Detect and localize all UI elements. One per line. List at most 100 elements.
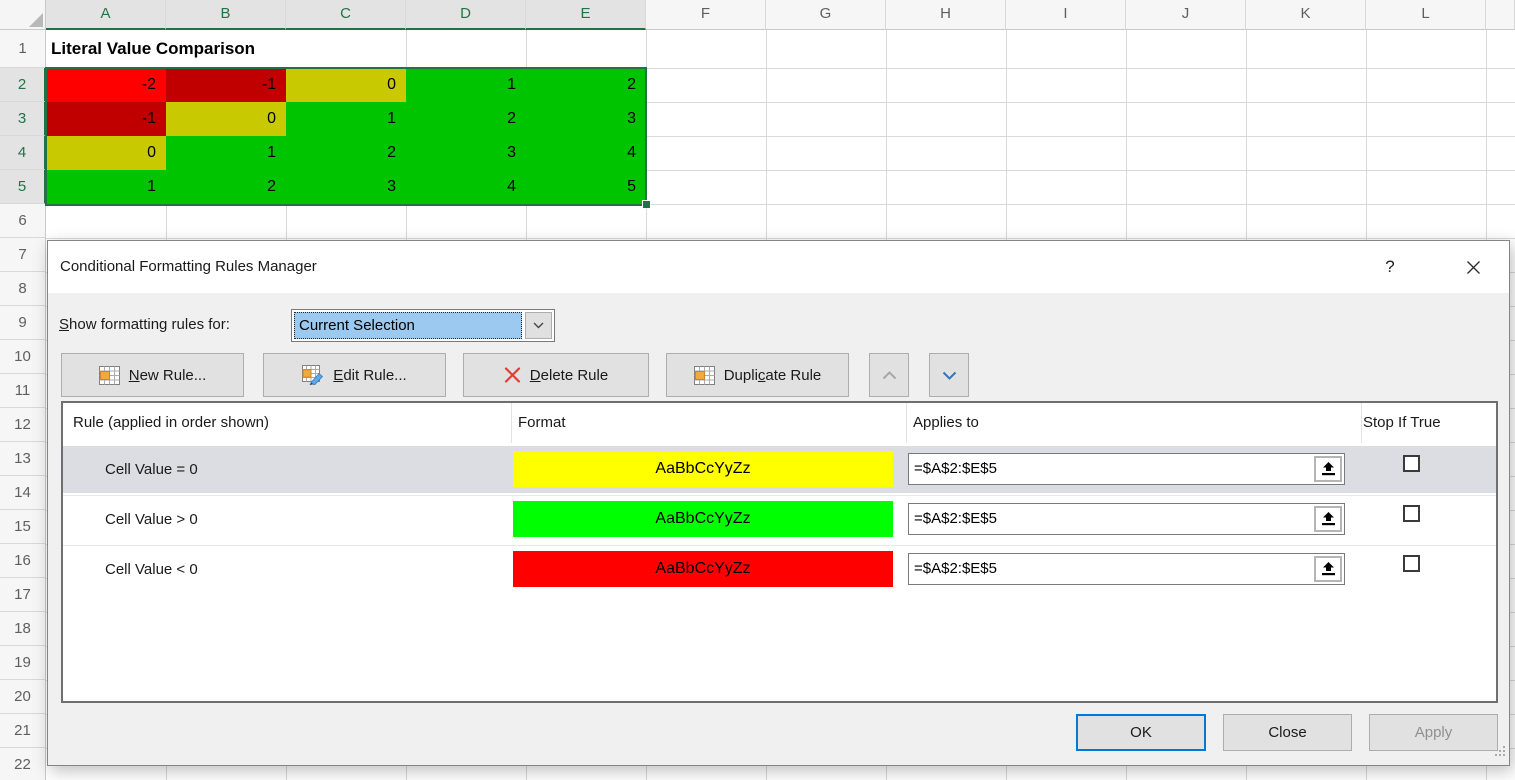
duplicate-rule-button[interactable]: Duplicate Rule — [666, 353, 849, 397]
row-header-16[interactable]: 16 — [0, 544, 46, 578]
stop-if-true-checkbox[interactable] — [1403, 455, 1420, 472]
stop-if-true-checkbox[interactable] — [1403, 505, 1420, 522]
cell-E5[interactable]: 5 — [526, 170, 646, 204]
cell-E4[interactable]: 4 — [526, 136, 646, 170]
row-header-3[interactable]: 3 — [0, 102, 46, 136]
row-header-12[interactable]: 12 — [0, 408, 46, 442]
cell-E2[interactable]: 2 — [526, 68, 646, 102]
row-header-17[interactable]: 17 — [0, 578, 46, 612]
col-header-J[interactable]: J — [1126, 0, 1246, 30]
cell-E3[interactable]: 3 — [526, 102, 646, 136]
stop-if-true-checkbox[interactable] — [1403, 555, 1420, 572]
edit-rule-button[interactable]: Edit Rule... — [263, 353, 446, 397]
row-separator — [63, 495, 1496, 496]
cell-C2[interactable]: 0 — [286, 68, 406, 102]
delete-rule-button[interactable]: Delete Rule — [463, 353, 649, 397]
select-all-corner[interactable] — [0, 0, 46, 30]
applies-to-input[interactable]: =$A$2:$E$5 — [908, 553, 1345, 585]
row-header-13[interactable]: 13 — [0, 442, 46, 476]
row-header-2[interactable]: 2 — [0, 68, 46, 102]
cell-A2[interactable]: -2 — [46, 68, 166, 102]
new-rule-label: New Rule... — [129, 367, 207, 384]
move-up-icon — [882, 371, 897, 380]
row-header-9[interactable]: 9 — [0, 306, 46, 340]
row-header-1[interactable]: 1 — [0, 30, 46, 68]
resize-grip-icon — [1493, 744, 1506, 757]
row-header-20[interactable]: 20 — [0, 680, 46, 714]
col-header-G[interactable]: G — [766, 0, 886, 30]
col-header-K[interactable]: K — [1246, 0, 1366, 30]
cell-A3[interactable]: -1 — [46, 102, 166, 136]
collapse-dialog-button[interactable] — [1314, 456, 1342, 482]
applies-to-value: =$A$2:$E$5 — [914, 554, 997, 584]
col-header-B[interactable]: B — [166, 0, 286, 30]
cell-C4[interactable]: 2 — [286, 136, 406, 170]
cell-B3[interactable]: 0 — [166, 102, 286, 136]
rule-description: Cell Value = 0 — [105, 446, 198, 493]
applies-to-input[interactable]: =$A$2:$E$5 — [908, 453, 1345, 485]
col-header-F[interactable]: F — [646, 0, 766, 30]
column-header-rule: Rule (applied in order shown) — [73, 403, 269, 443]
row-header-5[interactable]: 5 — [0, 170, 46, 204]
row-header-19[interactable]: 19 — [0, 646, 46, 680]
col-header-E[interactable]: E — [526, 0, 646, 30]
row-header-10[interactable]: 10 — [0, 340, 46, 374]
col-header-H[interactable]: H — [886, 0, 1006, 30]
cell-C5[interactable]: 3 — [286, 170, 406, 204]
cell-B5[interactable]: 2 — [166, 170, 286, 204]
col-header-partial[interactable] — [1486, 0, 1515, 30]
dropdown-open-button[interactable] — [525, 312, 552, 339]
cell-C3[interactable]: 1 — [286, 102, 406, 136]
cell-A5[interactable]: 1 — [46, 170, 166, 204]
cell-D4[interactable]: 3 — [406, 136, 526, 170]
ok-button[interactable]: OK — [1076, 714, 1206, 751]
cell-D3[interactable]: 2 — [406, 102, 526, 136]
col-header-D[interactable]: D — [406, 0, 526, 30]
cell-D5[interactable]: 4 — [406, 170, 526, 204]
row-header-4[interactable]: 4 — [0, 136, 46, 170]
cell-D2[interactable]: 1 — [406, 68, 526, 102]
row-header-6[interactable]: 6 — [0, 204, 46, 238]
row-header-18[interactable]: 18 — [0, 612, 46, 646]
close-button[interactable] — [1448, 252, 1498, 282]
close-dialog-button[interactable]: Close — [1223, 714, 1352, 751]
new-rule-button[interactable]: New Rule... — [61, 353, 244, 397]
cell-B2[interactable]: -1 — [166, 68, 286, 102]
row-header-14[interactable]: 14 — [0, 476, 46, 510]
row-header-7[interactable]: 7 — [0, 238, 46, 272]
col-header-I[interactable]: I — [1006, 0, 1126, 30]
col-header-A[interactable]: A — [46, 0, 166, 30]
apply-button[interactable]: Apply — [1369, 714, 1498, 751]
row-header-21[interactable]: 21 — [0, 714, 46, 748]
move-rule-down-button[interactable] — [929, 353, 969, 397]
resize-grip[interactable] — [1493, 744, 1506, 762]
row-header-22[interactable]: 22 — [0, 748, 46, 780]
help-icon: ? — [1385, 257, 1394, 277]
show-rules-for-label: Show formatting rules for: — [59, 308, 230, 341]
rule-row[interactable]: Cell Value = 0 AaBbCcYyZz =$A$2:$E$5 — [63, 446, 1496, 493]
applies-to-input[interactable]: =$A$2:$E$5 — [908, 503, 1345, 535]
col-header-C[interactable]: C — [286, 0, 406, 30]
column-header-format: Format — [518, 403, 566, 443]
delete-rule-label: Delete Rule — [530, 367, 608, 384]
duplicate-rule-label: Duplicate Rule — [724, 367, 822, 384]
collapse-dialog-button[interactable] — [1314, 506, 1342, 532]
move-rule-up-button[interactable] — [869, 353, 909, 397]
cell-B4[interactable]: 1 — [166, 136, 286, 170]
row-header-8[interactable]: 8 — [0, 272, 46, 306]
rule-row[interactable]: Cell Value < 0 AaBbCcYyZz =$A$2:$E$5 — [63, 546, 1496, 593]
col-header-L[interactable]: L — [1366, 0, 1486, 30]
collapse-dialog-button[interactable] — [1314, 556, 1342, 582]
row-header-11[interactable]: 11 — [0, 374, 46, 408]
fill-handle[interactable] — [642, 200, 651, 209]
cell-A4[interactable]: 0 — [46, 136, 166, 170]
rule-description: Cell Value > 0 — [105, 496, 198, 543]
column-separator — [511, 403, 512, 443]
cell-A1[interactable]: Literal Value Comparison — [46, 30, 386, 68]
dialog-titlebar[interactable]: Conditional Formatting Rules Manager ? — [48, 241, 1509, 293]
help-button[interactable]: ? — [1370, 252, 1410, 282]
collapse-dialog-icon — [1322, 512, 1335, 526]
show-rules-for-dropdown[interactable]: Current Selection — [291, 309, 555, 342]
rule-row[interactable]: Cell Value > 0 AaBbCcYyZz =$A$2:$E$5 — [63, 496, 1496, 543]
row-header-15[interactable]: 15 — [0, 510, 46, 544]
